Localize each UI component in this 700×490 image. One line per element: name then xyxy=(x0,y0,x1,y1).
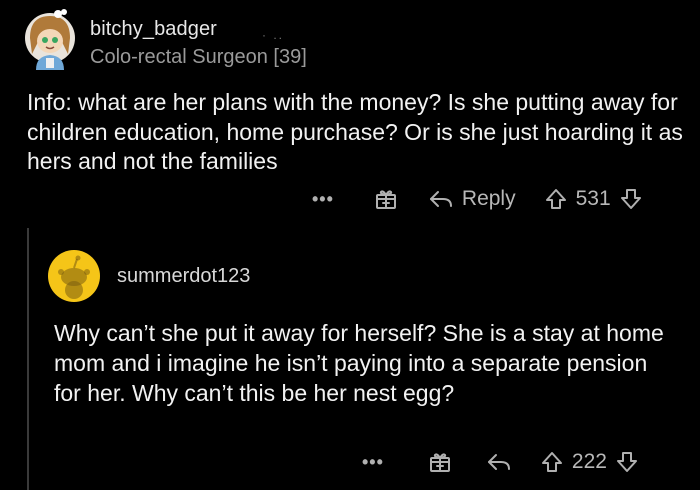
comment-actions: ••• 222 xyxy=(362,447,639,477)
vote-count: 531 xyxy=(575,187,611,210)
vote-count: 222 xyxy=(571,450,607,473)
reply-arrow-icon[interactable] xyxy=(486,451,512,473)
user-avatar[interactable] xyxy=(22,8,78,72)
upvote-arrow-icon[interactable] xyxy=(544,187,568,211)
comment-bitchy-badger: bitchy_badger · .. Colo-rectal Surgeon [… xyxy=(0,0,700,225)
user-flair: Colo-rectal Surgeon [39] xyxy=(90,46,307,68)
author-decoration: · .. xyxy=(262,28,284,42)
more-options-button[interactable]: ••• xyxy=(312,189,334,210)
gift-icon[interactable] xyxy=(374,187,398,211)
reply-arrow-icon xyxy=(429,191,452,207)
upvote-arrow-icon[interactable] xyxy=(540,450,564,474)
gift-icon[interactable] xyxy=(428,450,452,474)
comment-body: Info: what are her plans with the money?… xyxy=(27,89,683,174)
reply-label: Reply xyxy=(461,187,516,210)
more-options-button[interactable]: ••• xyxy=(362,452,384,473)
downvote-arrow-icon[interactable] xyxy=(615,450,639,474)
user-avatar[interactable] xyxy=(48,250,100,302)
downvote-arrow-icon[interactable] xyxy=(619,187,643,211)
thread-line[interactable] xyxy=(27,228,29,490)
comment-author[interactable]: summerdot123 xyxy=(117,265,250,288)
comment-body: Why can’t she put it away for herself? S… xyxy=(54,320,664,406)
comment-actions: ••• Reply 531 xyxy=(312,184,643,214)
reply-button[interactable]: Reply xyxy=(428,187,516,211)
comment-author[interactable]: bitchy_badger xyxy=(90,18,217,41)
